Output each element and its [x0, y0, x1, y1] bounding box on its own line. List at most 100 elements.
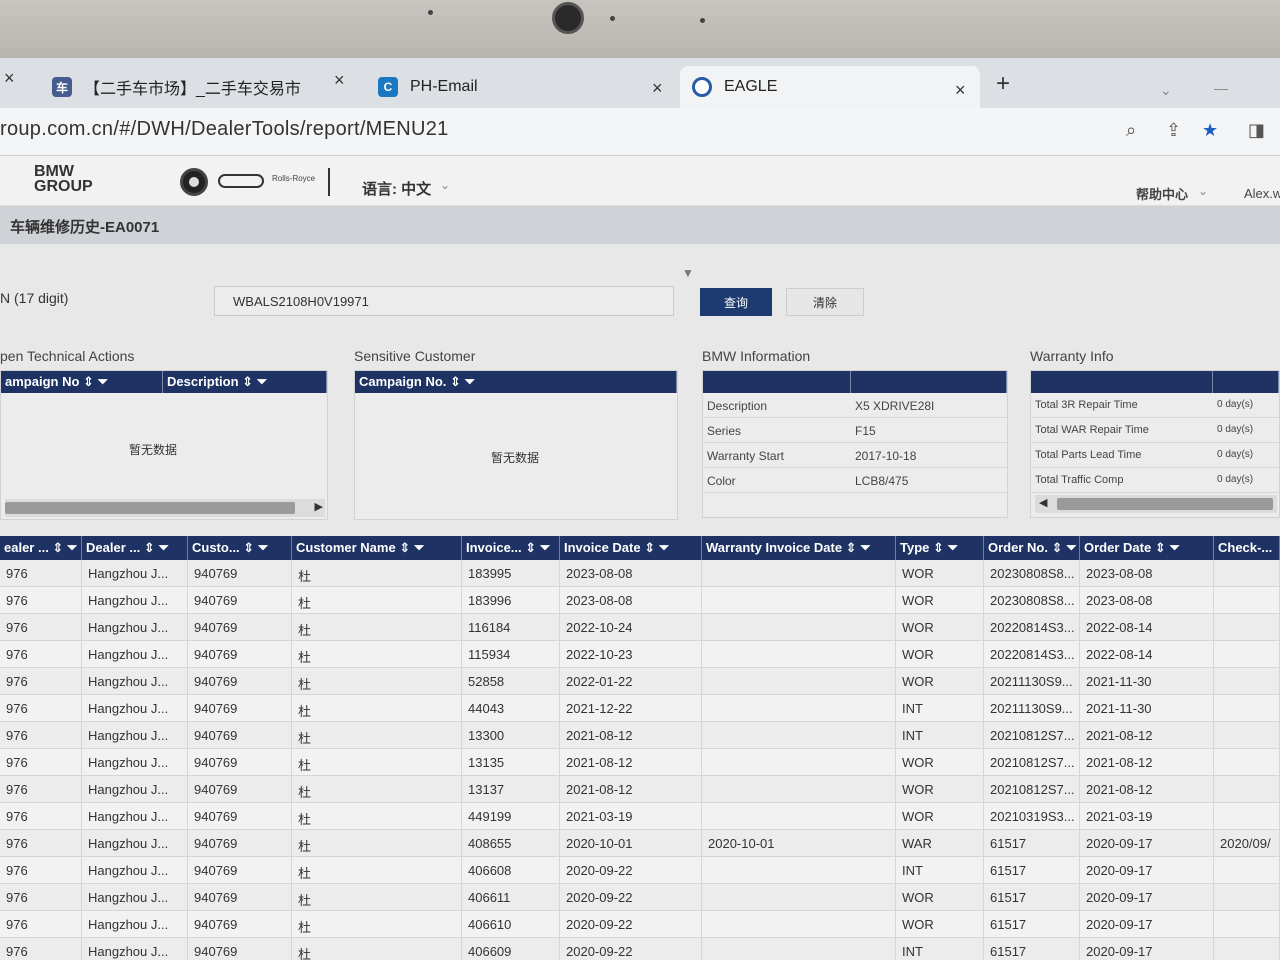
horizontal-scrollbar[interactable]: ◀	[1035, 495, 1277, 513]
table-cell: 杜	[292, 587, 462, 613]
table-row[interactable]: 976 Hangzhou J... 940769 杜 406610 2020-09-22 W…	[0, 911, 1280, 938]
tab-title: 【二手车市场】_二手车交易市	[84, 81, 301, 98]
zoom-icon[interactable]: ⌕	[1126, 120, 1136, 141]
sort-filter-icon[interactable]: ⇕ ⏷	[396, 540, 424, 555]
scrollbar-thumb[interactable]	[5, 502, 295, 514]
scroll-left-icon[interactable]: ◀	[1039, 496, 1047, 509]
table-row[interactable]: 976 Hangzhou J... 940769 杜 406608 2020-09-22 I…	[0, 857, 1280, 884]
column-header[interactable]: ampaign No ⇕ ⏷	[1, 371, 163, 393]
table-cell: 2020/09/	[1214, 830, 1280, 856]
table-cell: 20230808S8...	[984, 560, 1080, 586]
table-cell	[1214, 668, 1280, 694]
table-row[interactable]: 976 Hangzhou J... 940769 杜 116184 2022-10-24 W…	[0, 614, 1280, 641]
table-cell: 406608	[462, 857, 560, 883]
table-row[interactable]: 976 Hangzhou J... 940769 杜 183996 2023-08-08 W…	[0, 587, 1280, 614]
column-header[interactable]: Check-...	[1214, 536, 1280, 560]
table-cell: WAR	[896, 830, 984, 856]
sort-filter-icon[interactable]: ⇕ ⏷	[140, 540, 169, 555]
table-cell: 976	[0, 614, 82, 640]
table-row[interactable]: 976 Hangzhou J... 940769 杜 406611 2020-09-22 W…	[0, 884, 1280, 911]
bezel-dot	[428, 10, 433, 15]
table-cell: 2021-08-12	[1080, 722, 1214, 748]
table-row[interactable]: 976 Hangzhou J... 940769 杜 449199 2021-03-19 W…	[0, 803, 1280, 830]
scrollbar-thumb[interactable]	[1057, 498, 1273, 510]
language-selector[interactable]: 语言: 中文	[362, 178, 431, 199]
sort-filter-icon[interactable]: ⇕ ⏷	[1151, 540, 1180, 555]
table-row[interactable]: 976 Hangzhou J... 940769 杜 13137 2021-08-12 WO…	[0, 776, 1280, 803]
column-header[interactable]: Description ⇕ ⏷	[163, 371, 327, 393]
table-row[interactable]: 976 Hangzhou J... 940769 杜 115934 2022-10-23 W…	[0, 641, 1280, 668]
tab-close-icon[interactable]: ×	[652, 78, 663, 99]
table-cell: 2020-09-17	[1080, 884, 1214, 910]
column-header[interactable]: Customer Name ⇕ ⏷	[292, 536, 462, 560]
sort-filter-icon[interactable]: ⇕ ⏷	[1048, 540, 1077, 555]
tab-close-icon[interactable]: ×	[4, 68, 15, 89]
tab-used-car[interactable]: 车 【二手车市场】_二手车交易市	[40, 66, 360, 108]
user-menu[interactable]: Alex.w	[1244, 186, 1280, 201]
info-row: Total Traffic Comp 0 day(s)	[1031, 468, 1279, 493]
table-cell: 20210812S7...	[984, 776, 1080, 802]
tab-ph-email[interactable]: C PH-Email	[366, 66, 676, 108]
share-icon[interactable]: ⇪	[1166, 120, 1181, 141]
column-header[interactable]: Order No. ⇕ ⏷	[984, 536, 1080, 560]
column-header-label: Check-...	[1218, 540, 1273, 555]
table-cell	[1214, 884, 1280, 910]
bookmark-star-icon[interactable]: ★	[1202, 120, 1218, 141]
warranty-info-title: Warranty Info	[1030, 348, 1114, 364]
clear-button[interactable]: 清除	[786, 288, 864, 316]
table-cell: 2022-08-14	[1080, 641, 1214, 667]
sort-filter-icon[interactable]: ⇕ ⏷	[929, 540, 958, 555]
table-cell: WOR	[896, 749, 984, 775]
tab-close-icon[interactable]: ×	[955, 80, 966, 101]
tab-search-chevron-icon[interactable]: ⌄	[1160, 82, 1172, 99]
language-chevron-icon[interactable]: ⌄	[440, 178, 450, 192]
table-row[interactable]: 976 Hangzhou J... 940769 杜 183995 2023-08-08 W…	[0, 560, 1280, 587]
table-row[interactable]: 976 Hangzhou J... 940769 杜 13135 2021-08-12 WO…	[0, 749, 1280, 776]
tab-eagle[interactable]: EAGLE	[680, 66, 980, 108]
minimize-icon[interactable]: —	[1214, 80, 1228, 96]
horizontal-scrollbar[interactable]: ▶	[5, 499, 325, 517]
sort-filter-icon[interactable]: ⇕ ⏷	[240, 540, 268, 555]
table-cell: 杜	[292, 722, 462, 748]
sort-filter-icon[interactable]: ⇕ ⏷	[522, 540, 550, 555]
tab-close-icon[interactable]: ×	[334, 70, 345, 91]
table-cell: Hangzhou J...	[82, 857, 188, 883]
help-center-link[interactable]: 帮助中心	[1136, 184, 1188, 203]
sort-filter-icon[interactable]: ⇕ ⏷	[49, 540, 77, 555]
scroll-right-icon[interactable]: ▶	[315, 500, 323, 513]
table-row[interactable]: 976 Hangzhou J... 940769 杜 406609 2020-09-22 I…	[0, 938, 1280, 960]
column-header[interactable]: Dealer ... ⇕ ⏷	[82, 536, 188, 560]
sort-filter-icon[interactable]: ⇕ ⏷	[641, 540, 669, 555]
column-header[interactable]: Invoice Date ⇕ ⏷	[560, 536, 702, 560]
table-cell	[1214, 749, 1280, 775]
table-cell	[702, 938, 896, 960]
table-cell: 940769	[188, 803, 292, 829]
table-cell: Hangzhou J...	[82, 587, 188, 613]
vin-input[interactable]	[214, 286, 674, 316]
column-header[interactable]: Custo... ⇕ ⏷	[188, 536, 292, 560]
query-button[interactable]: 查询	[700, 288, 772, 316]
column-header[interactable]: Type ⇕ ⏷	[896, 536, 984, 560]
laptop-bezel	[0, 0, 1280, 58]
url-text[interactable]: roup.com.cn/#/DWH/DealerTools/report/MEN…	[0, 118, 449, 141]
table-cell: 2021-11-30	[1080, 695, 1214, 721]
column-header[interactable]: Invoice... ⇕ ⏷	[462, 536, 560, 560]
table-row[interactable]: 976 Hangzhou J... 940769 杜 408655 2020-10-01 2…	[0, 830, 1280, 857]
help-chevron-icon[interactable]: ⌄	[1198, 184, 1208, 198]
table-row[interactable]: 976 Hangzhou J... 940769 杜 52858 2022-01-22 WO…	[0, 668, 1280, 695]
address-bar[interactable]: roup.com.cn/#/DWH/DealerTools/report/MEN…	[0, 108, 1280, 156]
column-header[interactable]: Warranty Invoice Date ⇕ ⏷	[702, 536, 896, 560]
sidebar-panel-icon[interactable]: ◨	[1248, 120, 1265, 141]
table-cell: 杜	[292, 911, 462, 937]
new-tab-icon[interactable]: +	[996, 70, 1010, 98]
table-cell: 2021-08-12	[560, 722, 702, 748]
collapse-caret-icon[interactable]: ▼	[682, 266, 694, 280]
table-cell	[702, 641, 896, 667]
table-row[interactable]: 976 Hangzhou J... 940769 杜 13300 2021-08-12 IN…	[0, 722, 1280, 749]
column-header[interactable]: ealer ... ⇕ ⏷	[0, 536, 82, 560]
column-header[interactable]: Campaign No. ⇕ ⏷	[355, 371, 677, 393]
table-cell: 杜	[292, 857, 462, 883]
column-header[interactable]: Order Date ⇕ ⏷	[1080, 536, 1214, 560]
table-row[interactable]: 976 Hangzhou J... 940769 杜 44043 2021-12-22 IN…	[0, 695, 1280, 722]
sort-filter-icon[interactable]: ⇕ ⏷	[842, 540, 871, 555]
